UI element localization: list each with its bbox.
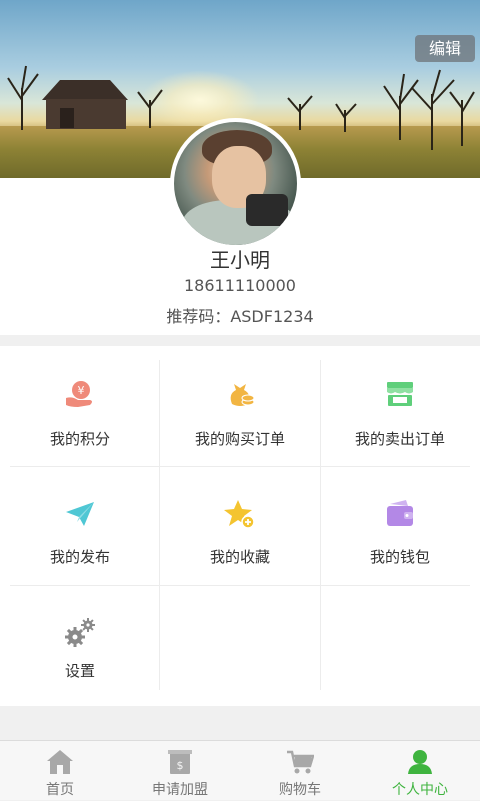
tab-franchise[interactable]: $ 申请加盟 xyxy=(120,741,240,801)
menu-item-wallet[interactable]: 我的钱包 xyxy=(320,466,480,585)
menu-item-label: 我的购买订单 xyxy=(194,430,285,448)
cart-icon xyxy=(287,750,314,774)
referral-label: 推荐码： xyxy=(166,307,231,326)
tab-label: 申请加盟 xyxy=(152,782,208,798)
menu-item-settings[interactable]: 设置 xyxy=(0,585,160,695)
tab-label: 首页 xyxy=(46,782,74,798)
wallet-icon xyxy=(387,500,413,526)
menu-item-sales-orders[interactable]: 我的卖出订单 xyxy=(320,346,480,466)
svg-text:¥: ¥ xyxy=(78,384,85,397)
paper-plane-icon xyxy=(66,502,94,526)
menu-item-purchase-orders[interactable]: 我的购买订单 xyxy=(160,346,320,466)
home-icon xyxy=(47,750,73,774)
svg-text:$: $ xyxy=(177,759,184,772)
points-yen-icon: ¥ xyxy=(66,381,92,407)
tab-home[interactable]: 首页 xyxy=(0,741,120,801)
tab-cart[interactable]: 购物车 xyxy=(240,741,360,801)
menu-grid: ¥ 我的积分 我的购买订单 我的卖出订单 我的发布 我的收藏 我的钱包 设置 xyxy=(0,346,480,706)
menu-item-label: 我的积分 xyxy=(49,430,110,448)
edit-button[interactable]: 编辑 xyxy=(415,35,475,62)
user-name: 王小明 xyxy=(210,248,270,272)
avatar[interactable] xyxy=(170,118,301,249)
menu-item-favorites[interactable]: 我的收藏 xyxy=(160,466,320,585)
person-icon xyxy=(408,750,432,774)
menu-item-label: 我的发布 xyxy=(49,548,110,566)
money-bag-icon xyxy=(230,384,255,406)
bottom-tab-bar: 首页 $ 申请加盟 购物车 个人中心 xyxy=(0,740,480,800)
avatar-camera xyxy=(246,194,288,226)
menu-item-label: 我的卖出订单 xyxy=(354,430,445,448)
tab-label: 个人中心 xyxy=(392,782,448,798)
menu-item-my-posts[interactable]: 我的发布 xyxy=(0,466,160,585)
menu-item-label: 设置 xyxy=(64,662,95,680)
tab-label: 购物车 xyxy=(279,782,321,798)
franchise-icon: $ xyxy=(168,750,192,774)
menu-item-label: 我的收藏 xyxy=(209,548,270,566)
user-phone: 18611110000 xyxy=(184,276,296,295)
menu-item-label: 我的钱包 xyxy=(369,548,430,566)
shop-icon xyxy=(387,382,413,406)
gear-icon xyxy=(65,618,95,647)
menu-item-points[interactable]: ¥ 我的积分 xyxy=(0,346,160,466)
tab-profile[interactable]: 个人中心 xyxy=(360,741,480,801)
referral-code: 推荐码：ASDF1234 xyxy=(0,303,480,327)
star-plus-icon xyxy=(224,500,255,529)
referral-value: ASDF1234 xyxy=(230,307,314,326)
